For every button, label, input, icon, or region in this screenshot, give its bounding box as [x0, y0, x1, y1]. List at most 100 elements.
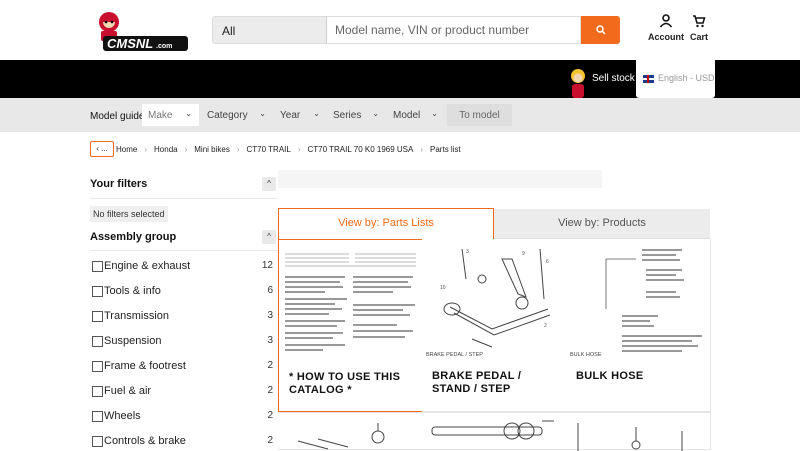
- category-select-label: Category: [207, 110, 248, 121]
- filter-label: Frame & footrest: [104, 360, 186, 372]
- checkbox[interactable]: [92, 261, 103, 272]
- checkbox[interactable]: [92, 411, 103, 422]
- user-icon: [659, 14, 673, 28]
- filter-tools-info[interactable]: Tools & info 6: [90, 285, 276, 301]
- cart-button[interactable]: Cart: [688, 12, 710, 46]
- svg-text:CMSNL: CMSNL: [107, 36, 153, 51]
- parts-list-card[interactable]: BULK HOSE BULK HOSE: [566, 239, 711, 412]
- search-category-select[interactable]: All: [212, 16, 326, 44]
- make-select-label: Make: [148, 110, 173, 121]
- card-title: * HOW TO USE THIS CATALOG *: [289, 371, 401, 396]
- language-currency-selector[interactable]: English - USD: [636, 60, 715, 98]
- year-select[interactable]: Year ⌄: [274, 104, 327, 126]
- filter-label: Suspension: [104, 335, 162, 347]
- tab-products[interactable]: View by: Products: [494, 209, 710, 239]
- card-title: BULK HOSE: [576, 370, 644, 382]
- cart-label: Cart: [689, 32, 708, 42]
- filter-engine-exhaust[interactable]: Engine & exhaust 12: [90, 260, 276, 276]
- parts-diagram-image: [279, 240, 422, 361]
- series-select-label: Series: [333, 110, 362, 121]
- account-button[interactable]: Account: [645, 12, 687, 46]
- filter-fuel-air[interactable]: Fuel & air 2: [90, 385, 276, 401]
- filter-count: 2: [267, 385, 273, 396]
- model-select-label: Model: [393, 110, 421, 121]
- filter-label: Engine & exhaust: [104, 260, 191, 272]
- series-select[interactable]: Series ⌄: [327, 104, 386, 126]
- no-filters-badge: No filters selected: [90, 206, 168, 222]
- chevron-down-icon: ⌄: [313, 109, 320, 118]
- svg-text:3: 3: [466, 249, 469, 255]
- filter-label: Wheels: [104, 410, 141, 422]
- diagram-caption: BULK HOSE: [570, 352, 602, 358]
- parts-list-card[interactable]: [566, 412, 711, 451]
- filter-count: 12: [261, 260, 273, 271]
- chevron-up-icon: ^: [267, 232, 271, 241]
- checkbox[interactable]: [92, 436, 103, 447]
- filter-frame-footrest[interactable]: Frame & footrest 2: [90, 360, 276, 376]
- svg-text:2: 2: [544, 323, 547, 329]
- model-guide-label: Model guide: [90, 111, 145, 122]
- chevron-right-icon: ›: [144, 145, 148, 154]
- chevron-right-icon: ›: [184, 145, 188, 154]
- diagram-caption: BRAKE PEDAL / STEP: [426, 352, 483, 358]
- checkbox[interactable]: [92, 286, 103, 297]
- parts-list-card[interactable]: [422, 412, 567, 450]
- checkbox[interactable]: [92, 361, 103, 372]
- category-select[interactable]: Category ⌄: [201, 104, 273, 126]
- breadcrumb-ct70-trail[interactable]: CT70 TRAIL: [247, 145, 291, 154]
- breadcrumb-back-button[interactable]: ‹ ...: [90, 141, 114, 157]
- filter-transmission[interactable]: Transmission 3: [90, 310, 276, 326]
- cmsnl-logo[interactable]: CMSNL .com: [93, 8, 189, 54]
- filter-label: Tools & info: [104, 285, 161, 297]
- checkbox[interactable]: [92, 311, 103, 322]
- sell-stock-link[interactable]: Sell stock: [592, 73, 635, 84]
- chevron-right-icon: ›: [236, 145, 240, 154]
- filter-suspension[interactable]: Suspension 3: [90, 335, 276, 351]
- filter-count: 2: [267, 410, 273, 421]
- svg-text:.com: .com: [156, 43, 172, 50]
- uk-flag-icon: [643, 75, 654, 83]
- breadcrumb-parts-list: Parts list: [430, 145, 461, 154]
- filter-label: Fuel & air: [104, 385, 152, 397]
- breadcrumb-mini-bikes[interactable]: Mini bikes: [194, 145, 230, 154]
- filter-wheels[interactable]: Wheels 2: [90, 410, 276, 426]
- model-select[interactable]: Model ⌄: [387, 104, 445, 126]
- collapse-assembly-button[interactable]: ^: [262, 230, 276, 244]
- search-bar: All: [212, 16, 620, 44]
- filter-count: 3: [267, 335, 273, 346]
- divider: [90, 250, 277, 251]
- filter-label: Controls & brake: [104, 435, 186, 447]
- checkbox[interactable]: [92, 336, 103, 347]
- loading-placeholder: [278, 170, 602, 188]
- collapse-filters-button[interactable]: ^: [262, 177, 276, 191]
- filter-controls-brake[interactable]: Controls & brake 2: [90, 435, 276, 451]
- parts-list-card[interactable]: * HOW TO USE THIS CATALOG *: [278, 239, 423, 412]
- chevron-down-icon: ⌄: [259, 109, 266, 118]
- checkbox[interactable]: [92, 386, 103, 397]
- search-button[interactable]: [581, 16, 620, 44]
- language-label: English - USD: [658, 73, 715, 83]
- parts-diagram-image: [278, 413, 422, 451]
- breadcrumb-home[interactable]: Home: [116, 145, 137, 154]
- parts-list-card[interactable]: [278, 412, 423, 450]
- parts-diagram-image: [422, 413, 566, 451]
- chevron-down-icon: ⌄: [185, 109, 192, 118]
- breadcrumb-honda[interactable]: Honda: [154, 145, 178, 154]
- filter-count: 2: [267, 435, 273, 446]
- tab-parts-lists[interactable]: View by: Parts Lists: [278, 208, 494, 239]
- site-header: CMSNL .com All Account Cart: [0, 0, 800, 60]
- filter-count: 2: [267, 360, 273, 371]
- svg-text:10: 10: [440, 285, 446, 291]
- parts-list-card[interactable]: 3 9 6 10 2 BRAKE PEDAL / STEP BRAKE PEDAL /…: [422, 239, 567, 412]
- filter-count: 3: [267, 310, 273, 321]
- chevron-down-icon: ⌄: [372, 109, 379, 118]
- search-input[interactable]: [326, 16, 581, 44]
- filter-count: 6: [267, 285, 273, 296]
- svg-text:6: 6: [546, 259, 549, 265]
- breadcrumb-model[interactable]: CT70 TRAIL 70 K0 1969 USA: [308, 145, 414, 154]
- parts-diagram-image: BULK HOSE: [566, 239, 710, 360]
- filters-heading: Your filters: [90, 178, 148, 190]
- to-model-button[interactable]: To model: [447, 104, 512, 126]
- card-title: BRAKE PEDAL / STAND / STEP: [432, 370, 522, 395]
- make-select[interactable]: Make ⌄: [142, 104, 199, 126]
